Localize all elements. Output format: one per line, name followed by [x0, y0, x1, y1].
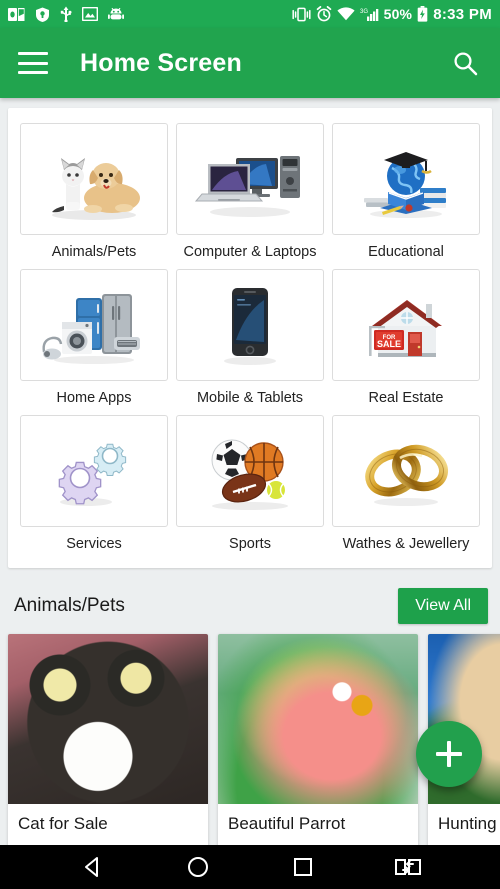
category-label: Sports — [229, 536, 271, 552]
listing-photo — [8, 634, 208, 804]
security-shield-icon — [35, 7, 50, 22]
category-label: Mobile & Tablets — [196, 390, 304, 406]
android-navigation-bar — [0, 845, 500, 889]
listing-card[interactable]: Cat for Sale — [8, 634, 208, 845]
listing-title: Cat for Sale — [18, 814, 108, 833]
back-triangle-icon — [84, 857, 98, 877]
screen-switch-icon — [394, 859, 421, 875]
category-label: Real Estate — [368, 390, 444, 406]
app-bar: Home Screen — [0, 28, 500, 98]
recents-square-icon — [293, 858, 312, 876]
category-tile-real-estate[interactable]: FOR SALE Real Estate — [328, 264, 484, 410]
smartphone-icon — [176, 269, 324, 381]
globe-graduation-cap-icon — [332, 123, 480, 235]
category-tile-educational[interactable]: Educational — [328, 118, 484, 264]
gears-icon — [20, 415, 168, 527]
nav-back-button[interactable] — [73, 847, 113, 887]
section-title: Animals/Pets — [14, 595, 125, 616]
cat-and-dog-icon — [20, 123, 168, 235]
category-grid-card: Animals/Pets Computer & Laptops Educatio… — [8, 108, 492, 568]
category-tile-mobile-tablets[interactable]: Mobile & Tablets — [172, 264, 328, 410]
android-debug-icon — [108, 7, 124, 21]
view-all-button[interactable]: View All — [398, 588, 488, 624]
nav-recents-button[interactable] — [283, 847, 323, 887]
main-content: Animals/Pets Computer & Laptops Educatio… — [0, 98, 500, 845]
category-tile-services[interactable]: Services — [16, 410, 172, 556]
category-grid: Animals/Pets Computer & Laptops Educatio… — [16, 118, 484, 556]
category-label: Educational — [368, 244, 444, 260]
usb-icon — [60, 6, 72, 22]
category-tile-sports[interactable]: Sports — [172, 410, 328, 556]
house-for-sale-icon: FOR SALE — [332, 269, 480, 381]
signal-bars-icon: 3G — [360, 7, 379, 22]
category-label: Computer & Laptops — [183, 244, 317, 260]
battery-icon — [417, 6, 428, 22]
category-tile-animals-pets[interactable]: Animals/Pets — [16, 118, 172, 264]
outlook-mail-icon — [8, 7, 25, 22]
svg-text:SALE: SALE — [377, 339, 401, 349]
nav-home-button[interactable] — [178, 847, 218, 887]
listing-title: Hunting — [438, 814, 497, 833]
search-icon[interactable] — [448, 46, 482, 80]
status-bar: 3G 50% 8:33 PM — [0, 0, 500, 28]
alarm-clock-icon — [316, 6, 332, 22]
home-appliances-icon — [20, 269, 168, 381]
section-header: Animals/Pets View All — [0, 576, 500, 634]
home-circle-icon — [187, 857, 208, 877]
category-label: Home Apps — [56, 390, 132, 406]
category-tile-home-apps[interactable]: Home Apps — [16, 264, 172, 410]
phone-screen: 3G 50% 8:33 PM Home Screen Animals/Pets … — [0, 0, 500, 889]
laptop-desktop-icon — [176, 123, 324, 235]
vibrate-icon — [292, 7, 311, 22]
page-title: Home Screen — [80, 48, 242, 77]
listing-card[interactable]: Beautiful Parrot — [218, 634, 418, 845]
status-bar-right-icons: 3G 50% 8:33 PM — [292, 6, 492, 23]
category-label: Services — [66, 536, 122, 552]
category-tile-computer-laptops[interactable]: Computer & Laptops — [172, 118, 328, 264]
status-clock: 8:33 PM — [433, 5, 492, 23]
category-tile-watches-jewellery[interactable]: Wathes & Jewellery — [328, 410, 484, 556]
status-bar-left-icons — [8, 6, 124, 22]
battery-percent-label: 50% — [383, 6, 413, 22]
sports-balls-icon — [176, 415, 324, 527]
nav-screen-switch-button[interactable] — [388, 847, 428, 887]
image-icon — [82, 7, 98, 21]
listing-title: Beautiful Parrot — [228, 814, 346, 833]
wifi-icon — [336, 7, 355, 21]
gold-rings-icon — [332, 415, 480, 527]
add-listing-fab[interactable] — [416, 721, 482, 787]
listing-photo — [218, 634, 418, 804]
category-label: Animals/Pets — [51, 244, 137, 260]
category-label: Wathes & Jewellery — [342, 536, 470, 552]
svg-text:3G: 3G — [360, 9, 368, 15]
hamburger-menu-icon[interactable] — [18, 52, 48, 74]
